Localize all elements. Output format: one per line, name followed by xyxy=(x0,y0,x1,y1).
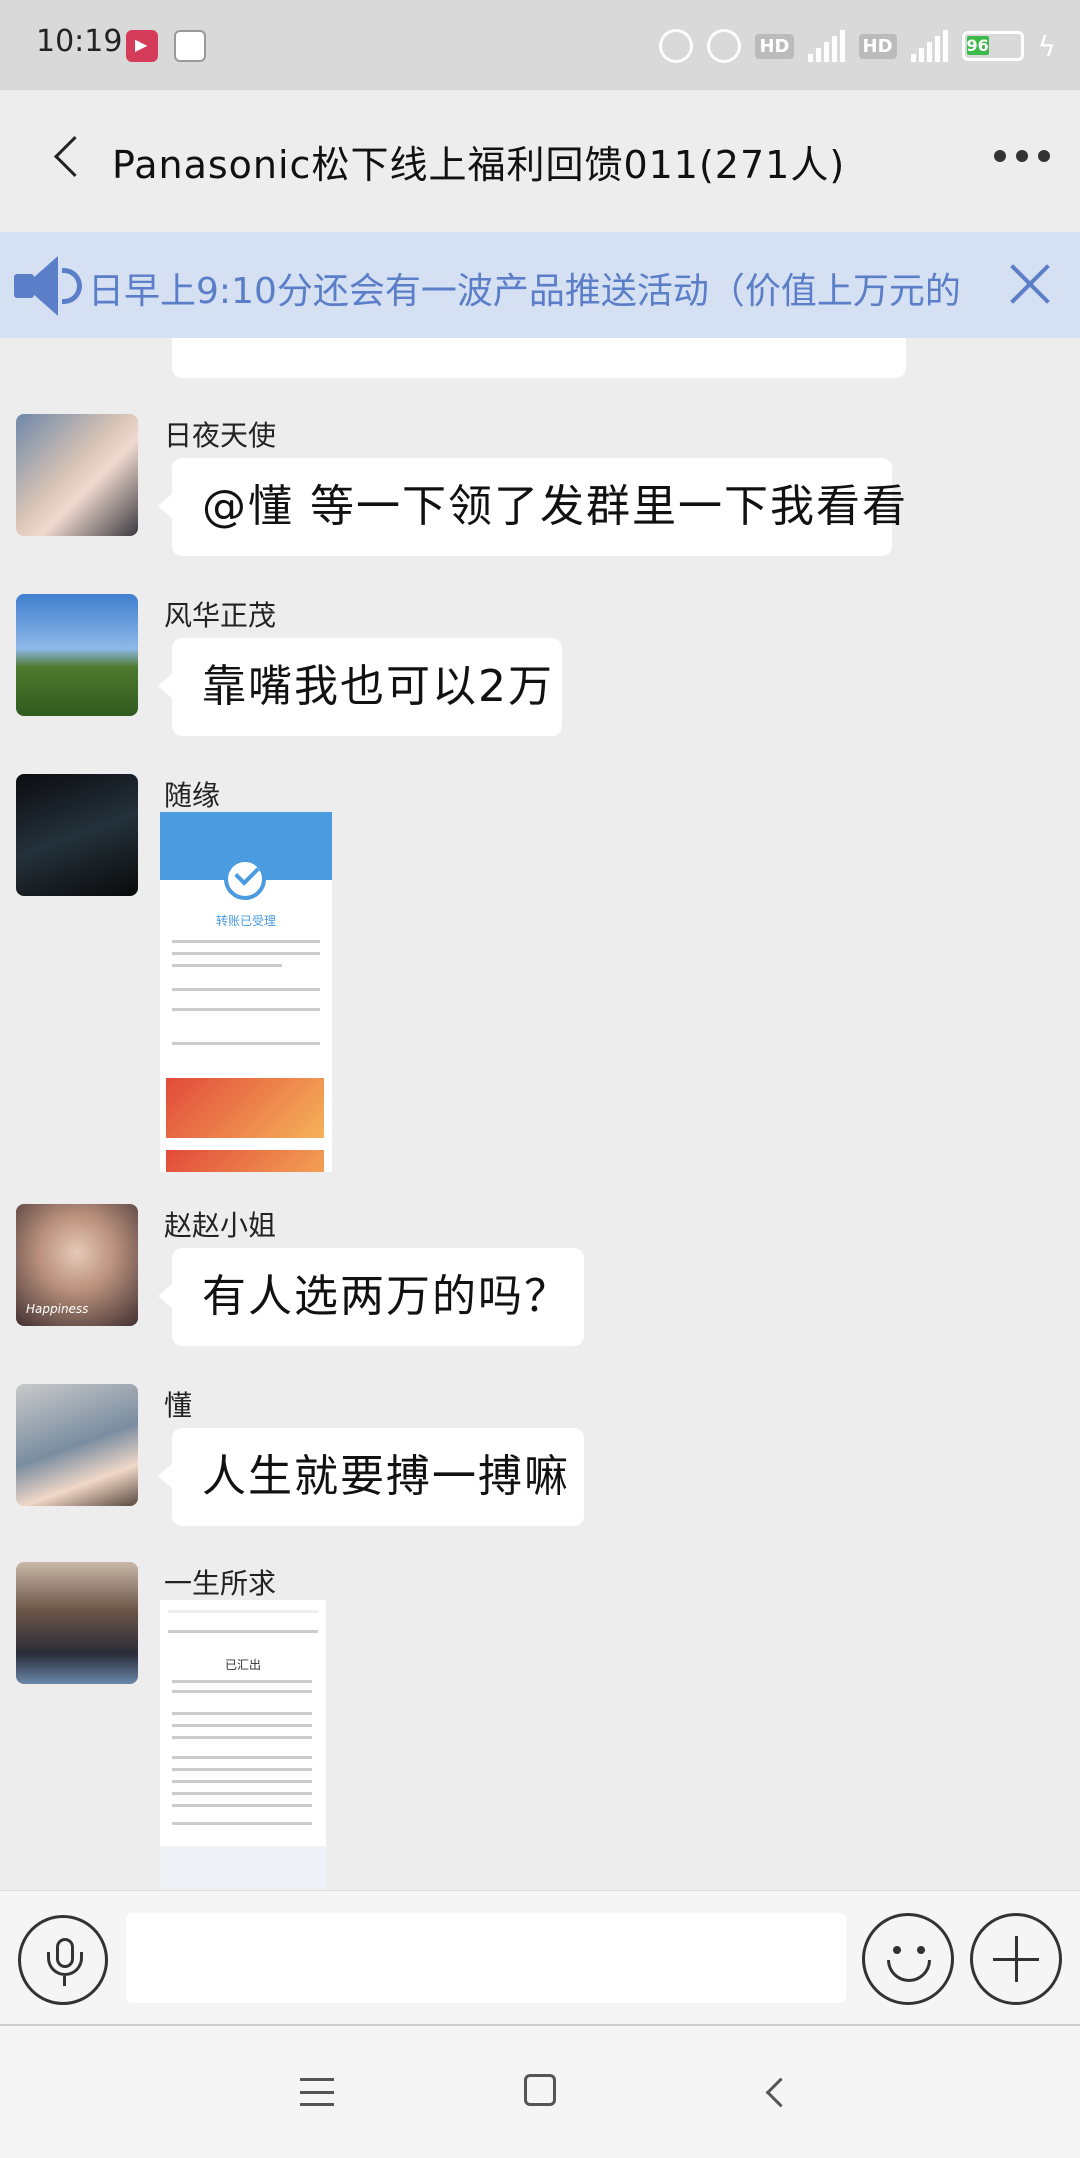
thumb-banner xyxy=(166,1150,324,1172)
charging-icon: ϟ xyxy=(1037,29,1056,63)
avatar[interactable] xyxy=(16,414,138,536)
thumb-title: 已汇出 xyxy=(224,1658,261,1672)
thumb-banner xyxy=(166,1078,324,1138)
avatar[interactable] xyxy=(16,774,138,896)
mute-icon xyxy=(659,29,694,63)
group-notice-banner[interactable]: 日早上9:10分还会有一波产品推送活动（价值上万元的 xyxy=(0,232,1080,338)
thumb-title: 转账已受理 xyxy=(215,914,276,928)
sender-name: 风华正茂 xyxy=(164,599,277,632)
microphone-icon[interactable] xyxy=(18,1915,108,2005)
sender-name: 随缘 xyxy=(164,779,221,812)
status-bar: 10:19 HD HD 96 ϟ xyxy=(0,0,1080,90)
battery-level: 96 xyxy=(966,36,989,55)
panasonic-app-icon xyxy=(174,30,206,62)
image-message[interactable]: 已汇出 xyxy=(160,1600,326,1890)
video-app-icon xyxy=(126,30,158,62)
sender-name: 赵赵小姐 xyxy=(164,1209,277,1242)
back-icon[interactable] xyxy=(48,130,88,190)
smiley-icon[interactable] xyxy=(862,1913,954,2005)
message-text: 大赢 请切和合操作 xyxy=(202,338,551,347)
more-icon[interactable] xyxy=(994,150,1050,162)
avatar[interactable] xyxy=(16,1384,138,1506)
sender-name: 懂 xyxy=(164,1389,193,1422)
chat-message: 一生所求 已汇出 xyxy=(0,1562,1080,1890)
alarm-icon xyxy=(707,29,742,63)
status-icons: HD HD 96 ϟ xyxy=(659,26,1056,66)
notice-text: 日早上9:10分还会有一波产品推送活动（价值上万元的 xyxy=(88,271,961,312)
signal-icon-2 xyxy=(910,30,948,62)
close-icon[interactable] xyxy=(1002,256,1058,312)
sender-name: 日夜天使 xyxy=(164,419,277,452)
hd-icon: HD xyxy=(755,33,794,59)
check-icon xyxy=(224,858,266,900)
home-icon[interactable] xyxy=(524,2074,556,2106)
nav-back-icon[interactable] xyxy=(760,2076,790,2106)
status-time: 10:19 xyxy=(36,24,123,59)
message-input[interactable] xyxy=(126,1913,846,2003)
avatar[interactable] xyxy=(16,1562,138,1684)
message-bubble[interactable]: 人生就要搏一搏嘛 xyxy=(158,1428,584,1526)
input-bar xyxy=(0,1890,1080,2024)
battery-icon: 96 xyxy=(961,31,1024,61)
message-bubble[interactable]: 靠嘴我也可以2万 xyxy=(158,638,562,736)
plus-icon[interactable] xyxy=(970,1913,1062,2005)
chat-message: Happiness 赵赵小姐 有人选两万的吗？ xyxy=(0,1204,1080,1354)
message-bubble[interactable]: 大赢 请切和合操作 xyxy=(172,338,906,378)
chat-message: 日夜天使 @懂 等一下领了发群里一下我看看 xyxy=(0,414,1080,564)
chat-message: 随缘 转账已受理 xyxy=(0,774,1080,1174)
avatar-caption: Happiness xyxy=(26,1302,89,1316)
signal-icon xyxy=(807,30,845,62)
message-bubble[interactable]: 有人选两万的吗？ xyxy=(158,1248,584,1346)
message-bubble[interactable]: @懂 等一下领了发群里一下我看看 xyxy=(158,458,906,556)
sender-name: 一生所求 xyxy=(164,1567,277,1600)
message-list[interactable]: 大赢 请切和合操作 日夜天使 @懂 等一下领了发群里一下我看看 风华正茂 靠嘴我… xyxy=(0,338,1080,1890)
hd-icon-2: HD xyxy=(858,33,897,59)
avatar[interactable] xyxy=(16,594,138,716)
speaker-icon xyxy=(14,256,82,316)
chat-title: Panasonic松下线上福利回馈011(271人) xyxy=(112,143,846,187)
avatar[interactable]: Happiness xyxy=(16,1204,138,1326)
chat-message: 懂 人生就要搏一搏嘛 xyxy=(0,1384,1080,1534)
menu-icon[interactable] xyxy=(300,2078,334,2106)
chat-message: 风华正茂 靠嘴我也可以2万 xyxy=(0,594,1080,744)
chat-header: Panasonic松下线上福利回馈011(271人) xyxy=(0,90,1080,232)
image-message[interactable]: 转账已受理 xyxy=(160,812,332,1172)
system-nav-bar xyxy=(0,2024,1080,2158)
